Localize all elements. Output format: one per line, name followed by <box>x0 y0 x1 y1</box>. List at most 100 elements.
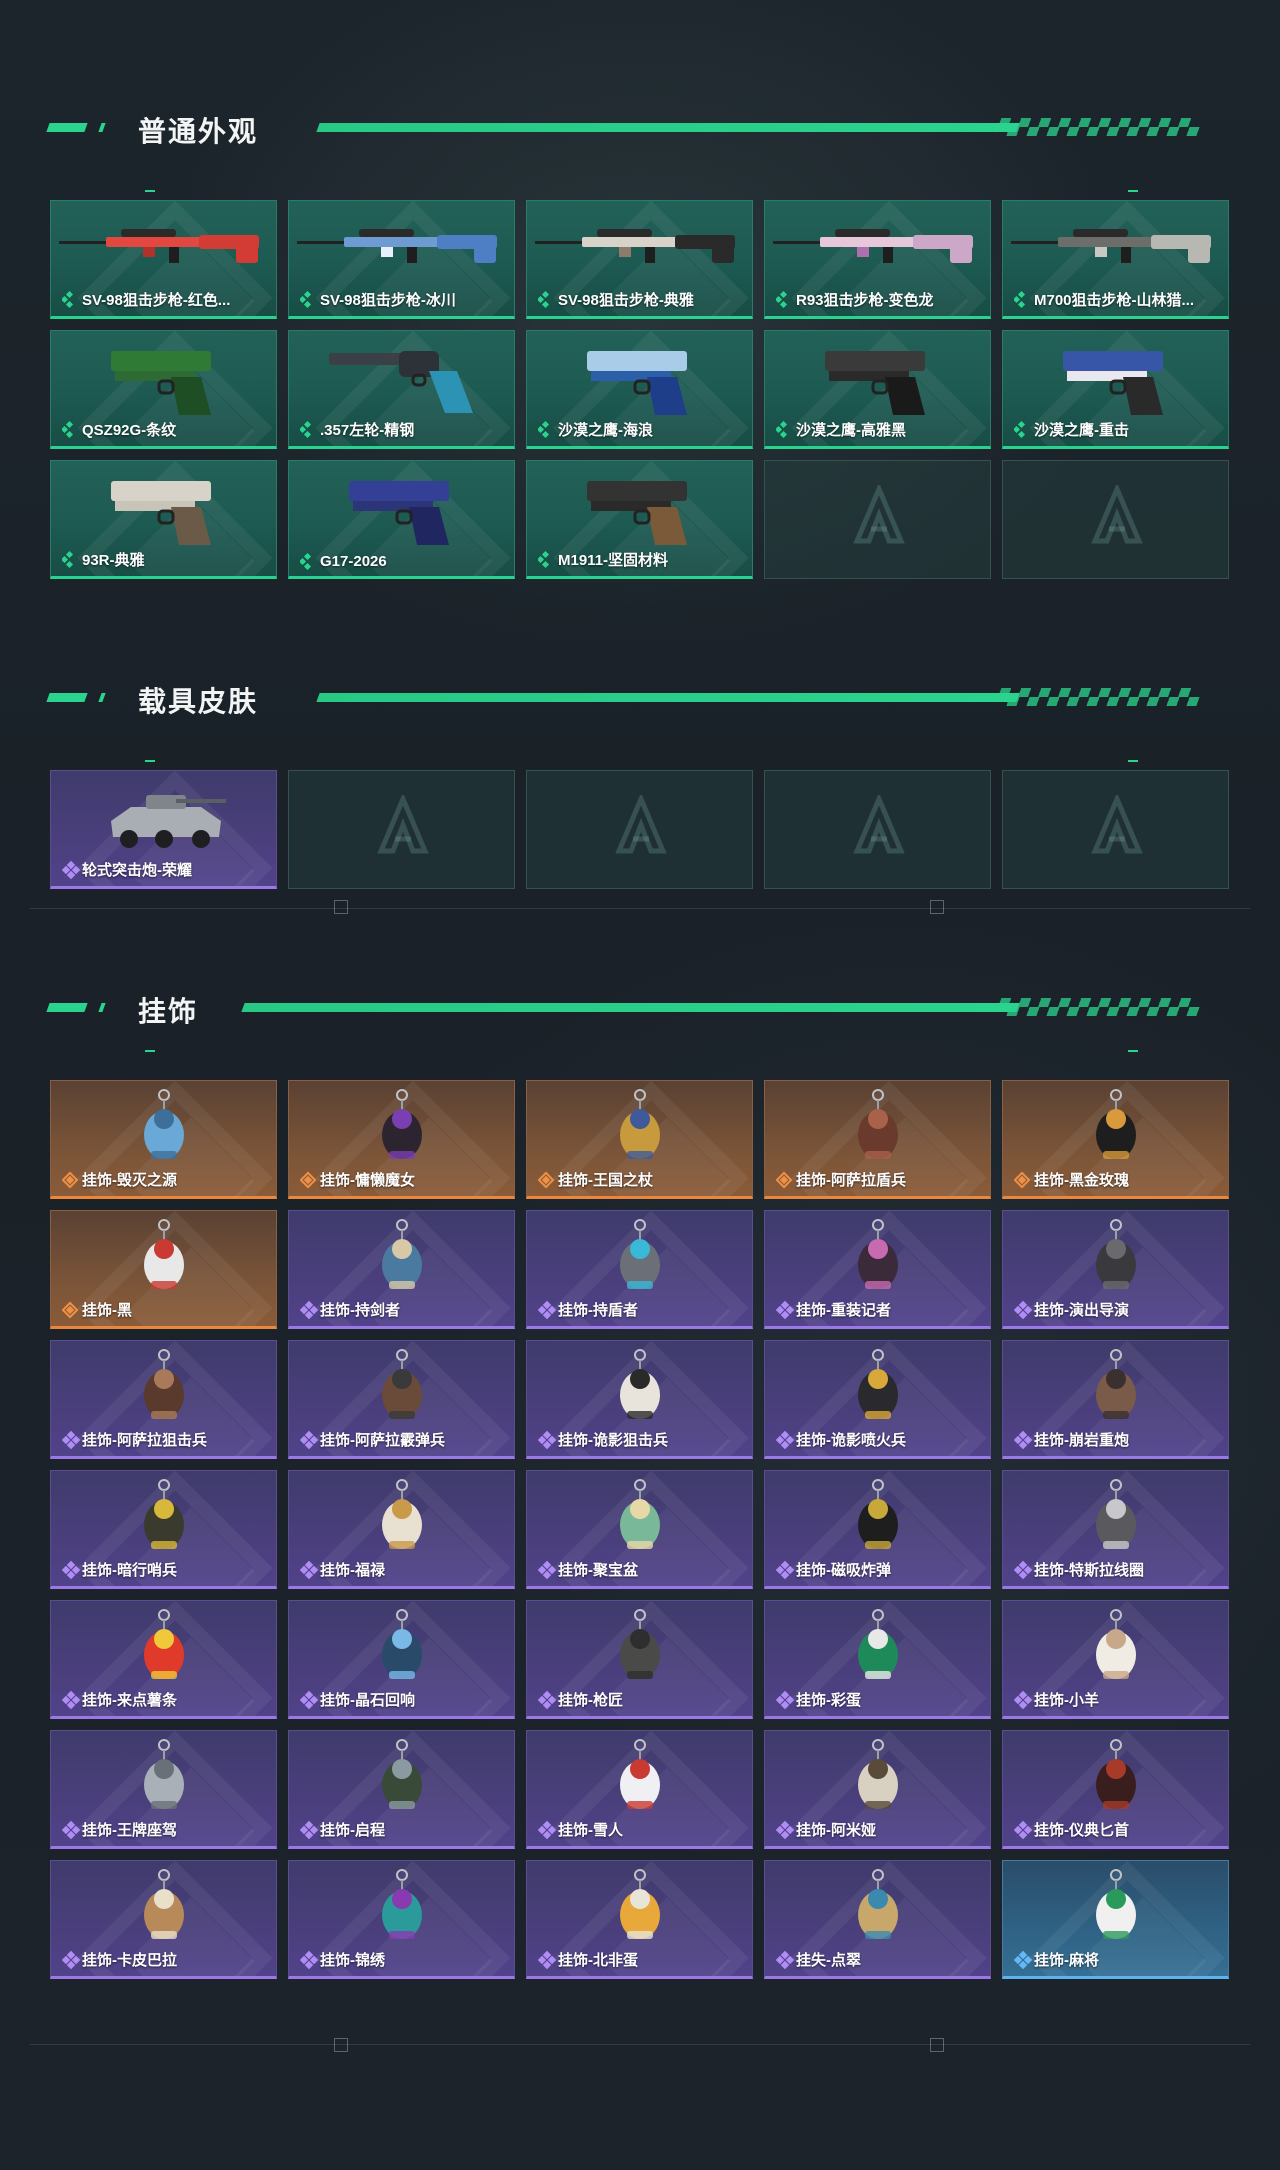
rarity-purple-icon <box>62 1820 81 1839</box>
item-label: SV-98狙击步枪-冰川 <box>320 292 456 309</box>
item-card[interactable]: 挂饰-北非蛋 <box>526 1860 753 1979</box>
item-card[interactable]: 挂饰-持盾者 <box>526 1210 753 1329</box>
deagle-blue-icon <box>527 337 752 419</box>
item-card[interactable]: 挂饰-毁灭之源 <box>50 1080 277 1199</box>
item-label: QSZ92G-条纹 <box>82 422 177 439</box>
item-card[interactable]: 挂饰-启程 <box>288 1730 515 1849</box>
crystal-icon <box>289 1607 514 1689</box>
item-card[interactable]: 挂饰-重装记者 <box>764 1210 991 1329</box>
item-card[interactable]: 挂饰-持剑者 <box>288 1210 515 1329</box>
corner-mark <box>1128 190 1138 192</box>
dragon-icon <box>51 1087 276 1169</box>
item-card[interactable]: G17-2026 <box>288 460 515 579</box>
item-card[interactable]: 挂饰-卡皮巴拉 <box>50 1860 277 1979</box>
item-card[interactable]: SV-98狙击步枪-冰川 <box>288 200 515 319</box>
treasure-icon <box>527 1477 752 1559</box>
figure-flame-icon <box>765 1347 990 1429</box>
item-card[interactable]: 93R-典雅 <box>50 460 277 579</box>
item-card[interactable]: 轮式突击炮-荣耀 <box>50 770 277 889</box>
vehicle-skin-grid: 轮式突击炮-荣耀 <box>50 770 1229 889</box>
glock-blue-icon <box>289 467 514 549</box>
item-card[interactable]: 挂饰-麻将 <box>1002 1860 1229 1979</box>
item-label: 挂饰-聚宝盆 <box>558 1562 638 1579</box>
item-card[interactable]: 挂饰-磁吸炸弹 <box>764 1470 991 1589</box>
item-card[interactable]: 挂饰-枪匠 <box>526 1600 753 1719</box>
hud-marker <box>334 900 348 914</box>
item-label-row: 挂饰-北非蛋 <box>538 1949 746 1970</box>
item-card[interactable]: 挂饰-来点薯条 <box>50 1600 277 1719</box>
item-card[interactable]: 挂饰-锦绣 <box>288 1860 515 1979</box>
item-card[interactable]: 挂饰-聚宝盆 <box>526 1470 753 1589</box>
section-header-charms: 挂饰 <box>46 984 1228 1028</box>
item-label-row: 轮式突击炮-荣耀 <box>62 859 270 880</box>
item-card[interactable]: 挂饰-暗行哨兵 <box>50 1470 277 1589</box>
deagle-white-icon <box>1003 337 1228 419</box>
item-label-row: 挂饰-持剑者 <box>300 1299 508 1320</box>
item-label-row: 挂饰-磁吸炸弹 <box>776 1559 984 1580</box>
placeholder-logo-icon <box>853 795 905 854</box>
item-card[interactable]: 挂饰-特斯拉线圈 <box>1002 1470 1229 1589</box>
item-label-row: 挂饰-毁灭之源 <box>62 1169 270 1190</box>
rarity-purple-icon <box>62 1950 81 1969</box>
item-card[interactable]: R93狙击步枪-变色龙 <box>764 200 991 319</box>
item-card[interactable]: 挂饰-阿米娅 <box>764 1730 991 1849</box>
item-card[interactable]: 挂饰-仪典匕首 <box>1002 1730 1229 1849</box>
rarity-green-icon <box>300 420 316 438</box>
item-label-row: 挂饰-诡影狙击兵 <box>538 1429 746 1450</box>
item-card[interactable]: 挂饰-晶石回响 <box>288 1600 515 1719</box>
item-card[interactable]: 挂饰-黑金玫瑰 <box>1002 1080 1229 1199</box>
hud-marker <box>334 2038 348 2052</box>
item-label-row: M1911-坚固材料 <box>538 549 746 570</box>
item-card[interactable]: 挂饰-彩蛋 <box>764 1600 991 1719</box>
shield-soldier-icon <box>765 1087 990 1169</box>
item-card[interactable]: .357左轮-精钢 <box>288 330 515 449</box>
item-card[interactable]: 挂饰-黑 <box>50 1210 277 1329</box>
butterfly-icon <box>289 1867 514 1949</box>
rifle-ice-icon <box>289 207 514 289</box>
plane-icon <box>51 1737 276 1819</box>
rarity-green-icon <box>1014 290 1030 308</box>
rarity-green-icon <box>776 290 792 308</box>
witch-icon <box>289 1087 514 1169</box>
rarity-green-icon <box>300 290 316 308</box>
item-card[interactable]: 挂饰-阿萨拉霰弹兵 <box>288 1340 515 1459</box>
item-label: 沙漠之鹰-高雅黑 <box>796 422 906 439</box>
section-title: 普通外观 <box>138 115 259 148</box>
item-card[interactable]: 挂饰-王牌座驾 <box>50 1730 277 1849</box>
item-card[interactable]: 挂饰-诡影喷火兵 <box>764 1340 991 1459</box>
item-card[interactable]: 挂饰-诡影狙击兵 <box>526 1340 753 1459</box>
item-card[interactable]: 挂饰-阿萨拉狙击兵 <box>50 1340 277 1459</box>
rarity-purple-icon <box>62 1430 81 1449</box>
revolver-icon <box>289 337 514 419</box>
figure-shotgun-icon <box>289 1347 514 1429</box>
item-label-row: SV-98狙击步枪-红色... <box>62 289 270 310</box>
corner-mark <box>145 190 155 192</box>
item-card[interactable]: 挂饰-福禄 <box>288 1470 515 1589</box>
rarity-purple-icon <box>1014 1690 1033 1709</box>
bomb-icon <box>765 1477 990 1559</box>
rarity-purple-icon <box>62 1560 81 1579</box>
item-card[interactable]: 挂失-点翠 <box>764 1860 991 1979</box>
item-card[interactable]: 挂饰-崩岩重炮 <box>1002 1340 1229 1459</box>
item-card[interactable]: 挂饰-王国之杖 <box>526 1080 753 1199</box>
item-card[interactable]: 沙漠之鹰-海浪 <box>526 330 753 449</box>
item-card[interactable]: 挂饰-雪人 <box>526 1730 753 1849</box>
item-card[interactable]: 沙漠之鹰-高雅黑 <box>764 330 991 449</box>
item-label: 挂饰-黑金玫瑰 <box>1034 1172 1129 1189</box>
rarity-green-icon <box>62 290 78 308</box>
item-card[interactable]: 挂饰-小羊 <box>1002 1600 1229 1719</box>
item-label-row: 挂失-点翠 <box>776 1949 984 1970</box>
rifle-pink-icon <box>765 207 990 289</box>
item-card[interactable]: 挂饰-演出导演 <box>1002 1210 1229 1329</box>
item-card[interactable]: SV-98狙击步枪-典雅 <box>526 200 753 319</box>
jewel-icon <box>765 1867 990 1949</box>
item-card[interactable]: M1911-坚固材料 <box>526 460 753 579</box>
item-card[interactable]: 挂饰-阿萨拉盾兵 <box>764 1080 991 1199</box>
item-card[interactable]: 沙漠之鹰-重击 <box>1002 330 1229 449</box>
item-card[interactable]: 挂饰-慵懒魔女 <box>288 1080 515 1199</box>
item-card[interactable]: QSZ92G-条纹 <box>50 330 277 449</box>
item-card[interactable]: SV-98狙击步枪-红色... <box>50 200 277 319</box>
rifle-white-icon <box>527 207 752 289</box>
item-card[interactable]: M700狙击步枪-山林猎... <box>1002 200 1229 319</box>
item-label: 挂饰-演出导演 <box>1034 1302 1129 1319</box>
